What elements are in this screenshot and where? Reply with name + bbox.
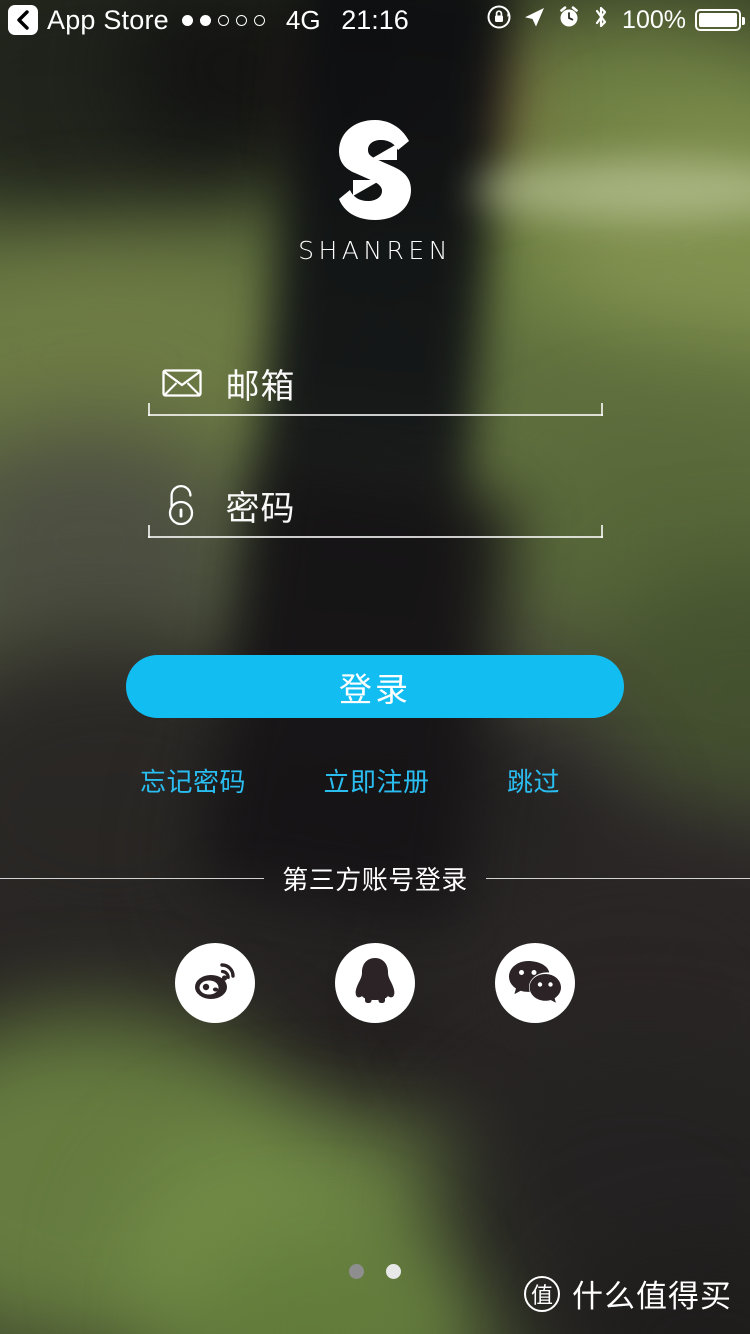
page-dot-2[interactable]: [386, 1264, 401, 1279]
carrier-label: App Store: [47, 4, 169, 35]
social-login-row: [0, 943, 750, 1023]
divider-label: 第三方账号登录: [282, 865, 468, 895]
brand-wordmark: SHANREN: [298, 236, 452, 265]
wechat-icon: [508, 958, 562, 1009]
battery-icon: [695, 9, 745, 31]
alarm-clock-icon: [556, 4, 582, 37]
weibo-icon: [189, 955, 241, 1012]
brand-logo: SHANREN: [0, 118, 750, 265]
page-dot-1[interactable]: [349, 1264, 364, 1279]
divider-line-right: [485, 878, 750, 879]
bluetooth-icon: [591, 4, 611, 37]
login-screen: App Store 4G 21:16 100% SHANREN 邮箱 密码 登录…: [0, 0, 750, 1334]
qq-penguin-icon: [351, 955, 399, 1012]
unlock-padlock-icon: [156, 483, 208, 527]
login-form: 邮箱 密码: [0, 352, 750, 538]
weibo-login-button[interactable]: [175, 943, 255, 1023]
signal-strength-dots: [181, 14, 265, 26]
password-input-placeholder: 密码: [225, 489, 296, 528]
auxiliary-links: 忘记密码 立即注册 跳过: [140, 762, 560, 799]
password-field[interactable]: 密码: [147, 474, 603, 538]
wechat-login-button[interactable]: [495, 943, 575, 1023]
rotation-lock-icon: [486, 4, 512, 37]
battery-percent-label: 100%: [622, 5, 686, 34]
envelope-icon: [156, 368, 208, 398]
smzdm-badge-icon: 值: [524, 1275, 560, 1312]
email-field[interactable]: 邮箱: [147, 352, 603, 416]
login-button[interactable]: 登录: [126, 655, 624, 718]
divider-line-left: [0, 878, 265, 879]
watermark: 值 什么值得买: [524, 1271, 732, 1316]
back-to-app-store-button[interactable]: [8, 5, 38, 35]
register-link[interactable]: 立即注册: [323, 762, 429, 799]
location-arrow-icon: [521, 4, 547, 37]
network-type-label: 4G: [285, 4, 321, 35]
shanren-s-logo-icon: [327, 118, 423, 222]
chevron-left-icon: [15, 10, 31, 30]
skip-link[interactable]: 跳过: [507, 762, 560, 799]
watermark-text: 什么值得买: [572, 1279, 732, 1314]
status-bar: App Store 4G 21:16 100%: [0, 0, 750, 40]
forgot-password-link[interactable]: 忘记密码: [140, 762, 246, 799]
email-input-placeholder: 邮箱: [225, 367, 296, 406]
third-party-divider: 第三方账号登录: [0, 860, 750, 897]
qq-login-button[interactable]: [335, 943, 415, 1023]
